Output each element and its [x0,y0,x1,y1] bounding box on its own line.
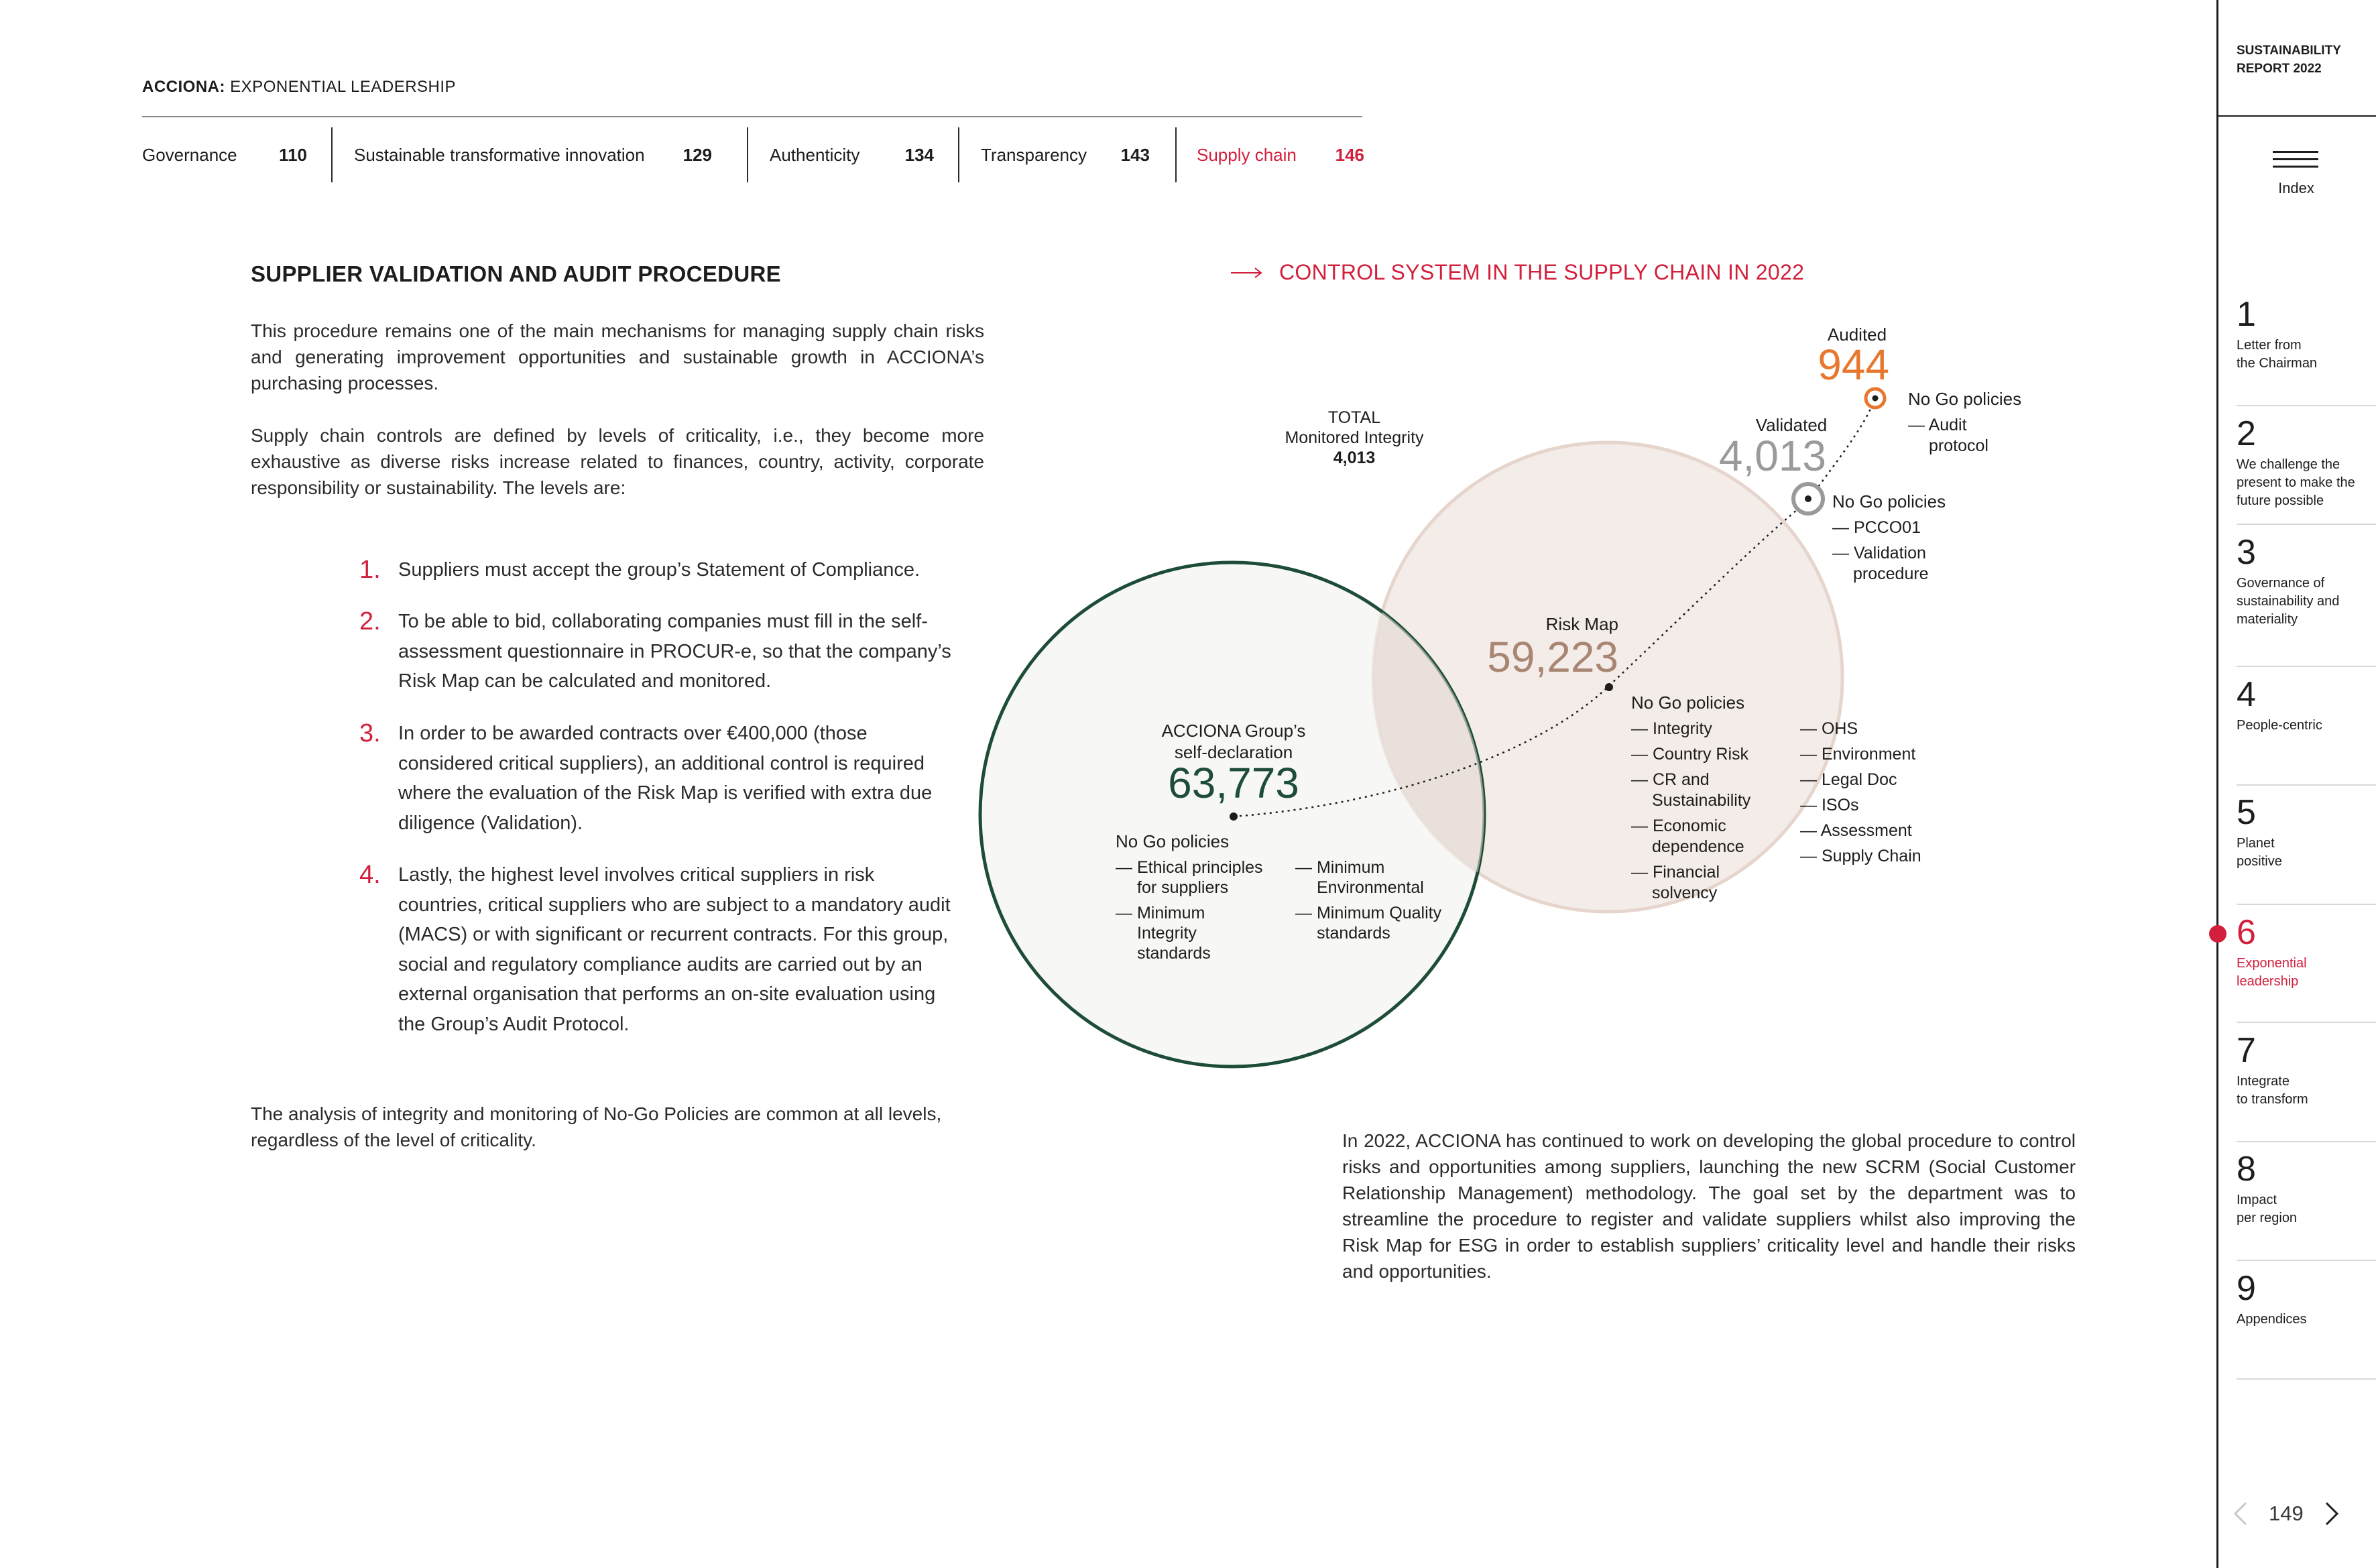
audited-nogo-list: — Audit protocol [1908,416,1988,455]
sidebar-divider [2216,0,2218,1568]
validated-value: 4,013 [1719,432,1826,480]
chapter-label: Integrate to transform [2237,1074,2308,1107]
pagination: 149 [2233,1500,2340,1527]
nogo-policy-item: — Validation [1832,544,1926,562]
sidebar-top-rule [2216,115,2376,117]
nogo-policy-item: — PCCO01 [1832,518,1921,537]
chapter-label: Letter from the Chairman [2237,338,2318,371]
validated-marker-dot [1805,495,1811,502]
chapter-link-6[interactable]: 6 Exponential leadership [2237,913,2376,991]
risk-map-value: 59,223 [1487,633,1618,681]
menu-icon[interactable] [2273,151,2318,173]
nogo-policy-item: protocol [1929,436,1988,455]
self-declaration-nogo-title: No Go policies [1116,831,1229,851]
risk-map-label: Risk Map [1546,614,1618,634]
chapter-label: Appendices [2237,1312,2307,1327]
nogo-policy-item: — Audit [1908,416,1967,434]
chevron-left-icon[interactable] [2233,1500,2249,1527]
nogo-policy-item: — Integrity [1631,719,1712,738]
chapter-number: 9 [2237,1269,2256,1308]
audited-nogo-title: No Go policies [1908,389,2021,409]
nogo-policy-item: — OHS [1800,719,1858,738]
nogo-policy-item: solvency [1652,884,1718,902]
chapter-number: 6 [2237,913,2256,952]
control-system-diagram: TOTAL Monitored Integrity 4,013 ACCIONA … [978,324,2021,1069]
risk-map-marker [1605,683,1613,691]
nogo-policy-item: — Minimum [1116,904,1205,922]
nogo-policy-item: — Economic [1631,817,1726,835]
chapter-number: 4 [2237,675,2256,714]
nogo-policy-item: Integrity [1137,924,1197,943]
chapter-link-4[interactable]: 4 People-centric [2237,675,2376,735]
page-number: 149 [2269,1502,2304,1525]
chapter-divider [2237,1260,2376,1261]
nogo-policy-item: dependence [1652,837,1744,856]
self-declaration-label: ACCIONA Group’s [1162,721,1306,741]
nogo-policy-item: — Financial [1631,863,1720,882]
chapter-label: Planet positive [2237,836,2282,869]
chapter-label: Exponential leadership [2237,956,2307,989]
chapter-divider [2237,1378,2376,1380]
nogo-policy-item: standards [1137,944,1211,963]
nogo-policy-item: Sustainability [1652,791,1751,810]
audited-marker-dot [1872,395,1879,402]
nogo-policy-item: — ISOs [1800,796,1859,815]
total-value: 4,013 [1333,448,1376,467]
chapter-number: 7 [2237,1031,2256,1070]
nogo-policy-item: — Country Risk [1631,745,1749,764]
self-declaration-value: 63,773 [1168,759,1299,807]
chapter-number: 8 [2237,1150,2256,1189]
chapter-number: 2 [2237,414,2256,453]
nogo-policy-item: — Legal Doc [1800,770,1897,789]
chapter-label: We challenge the present to make the futur… [2237,457,2355,508]
nogo-policy-item: — Ethical principles [1116,858,1263,877]
nogo-policy-item: — Minimum Quality [1295,904,1442,922]
chapter-divider [2237,1022,2376,1023]
chapter-divider [2237,666,2376,667]
validated-nogo-title: No Go policies [1832,491,1946,511]
risk-map-nogo-title: No Go policies [1631,692,1744,713]
chevron-right-icon[interactable] [2324,1500,2340,1527]
nogo-policy-item: — Supply Chain [1800,847,1921,865]
report-title-line2: REPORT 2022 [2237,62,2322,76]
chapter-number: 5 [2237,793,2256,832]
chapter-link-2[interactable]: 2 We challenge the present to make the futu… [2237,414,2376,510]
active-chapter-dot [2209,925,2226,943]
nogo-policy-item: — Assessment [1800,821,1912,840]
chapter-number: 1 [2237,295,2256,334]
scrm-paragraph: In 2022, ACCIONA has continued to work o… [1342,1130,2076,1282]
chapter-link-5[interactable]: 5 Planet positive [2237,793,2376,871]
chapter-divider [2237,1141,2376,1142]
chapter-label: Governance of sustainability and materiali… [2237,576,2340,627]
chapter-divider [2237,904,2376,905]
chapter-label: People-centric [2237,718,2322,733]
nogo-policy-item: — Environment [1800,745,1915,764]
chapter-link-1[interactable]: 1 Letter from the Chairman [2237,295,2376,373]
chapter-link-9[interactable]: 9 Appendices [2237,1269,2376,1329]
chapter-divider [2237,405,2376,406]
nogo-policy-item: Environmental [1317,878,1424,897]
chapter-label: Impact per region [2237,1193,2298,1225]
chapter-divider [2237,524,2376,525]
chapter-link-7[interactable]: 7 Integrate to transform [2237,1031,2376,1109]
report-title: SUSTAINABILITY REPORT 2022 [2237,42,2341,78]
nogo-policy-item: — CR and [1631,770,1710,789]
chapter-link-3[interactable]: 3 Governance of sustainability and material… [2237,533,2376,629]
nogo-policy-item: standards [1317,924,1390,943]
validated-nogo-list: — PCCO01 — Validation procedure [1832,518,1929,583]
nogo-policy-item: for suppliers [1137,878,1228,897]
total-sublabel: Monitored Integrity [1285,428,1424,447]
self-declaration-marker [1230,812,1238,821]
chapter-divider [2237,784,2376,786]
nogo-policy-item: procedure [1853,564,1929,583]
index-link[interactable]: Index [2253,180,2340,197]
audited-value: 944 [1818,341,1889,389]
report-title-line1: SUSTAINABILITY [2237,44,2341,58]
total-label: TOTAL [1328,408,1380,427]
chapter-link-8[interactable]: 8 Impact per region [2237,1150,2376,1227]
nogo-policy-item: — Minimum [1295,858,1384,877]
chapter-number: 3 [2237,533,2256,572]
